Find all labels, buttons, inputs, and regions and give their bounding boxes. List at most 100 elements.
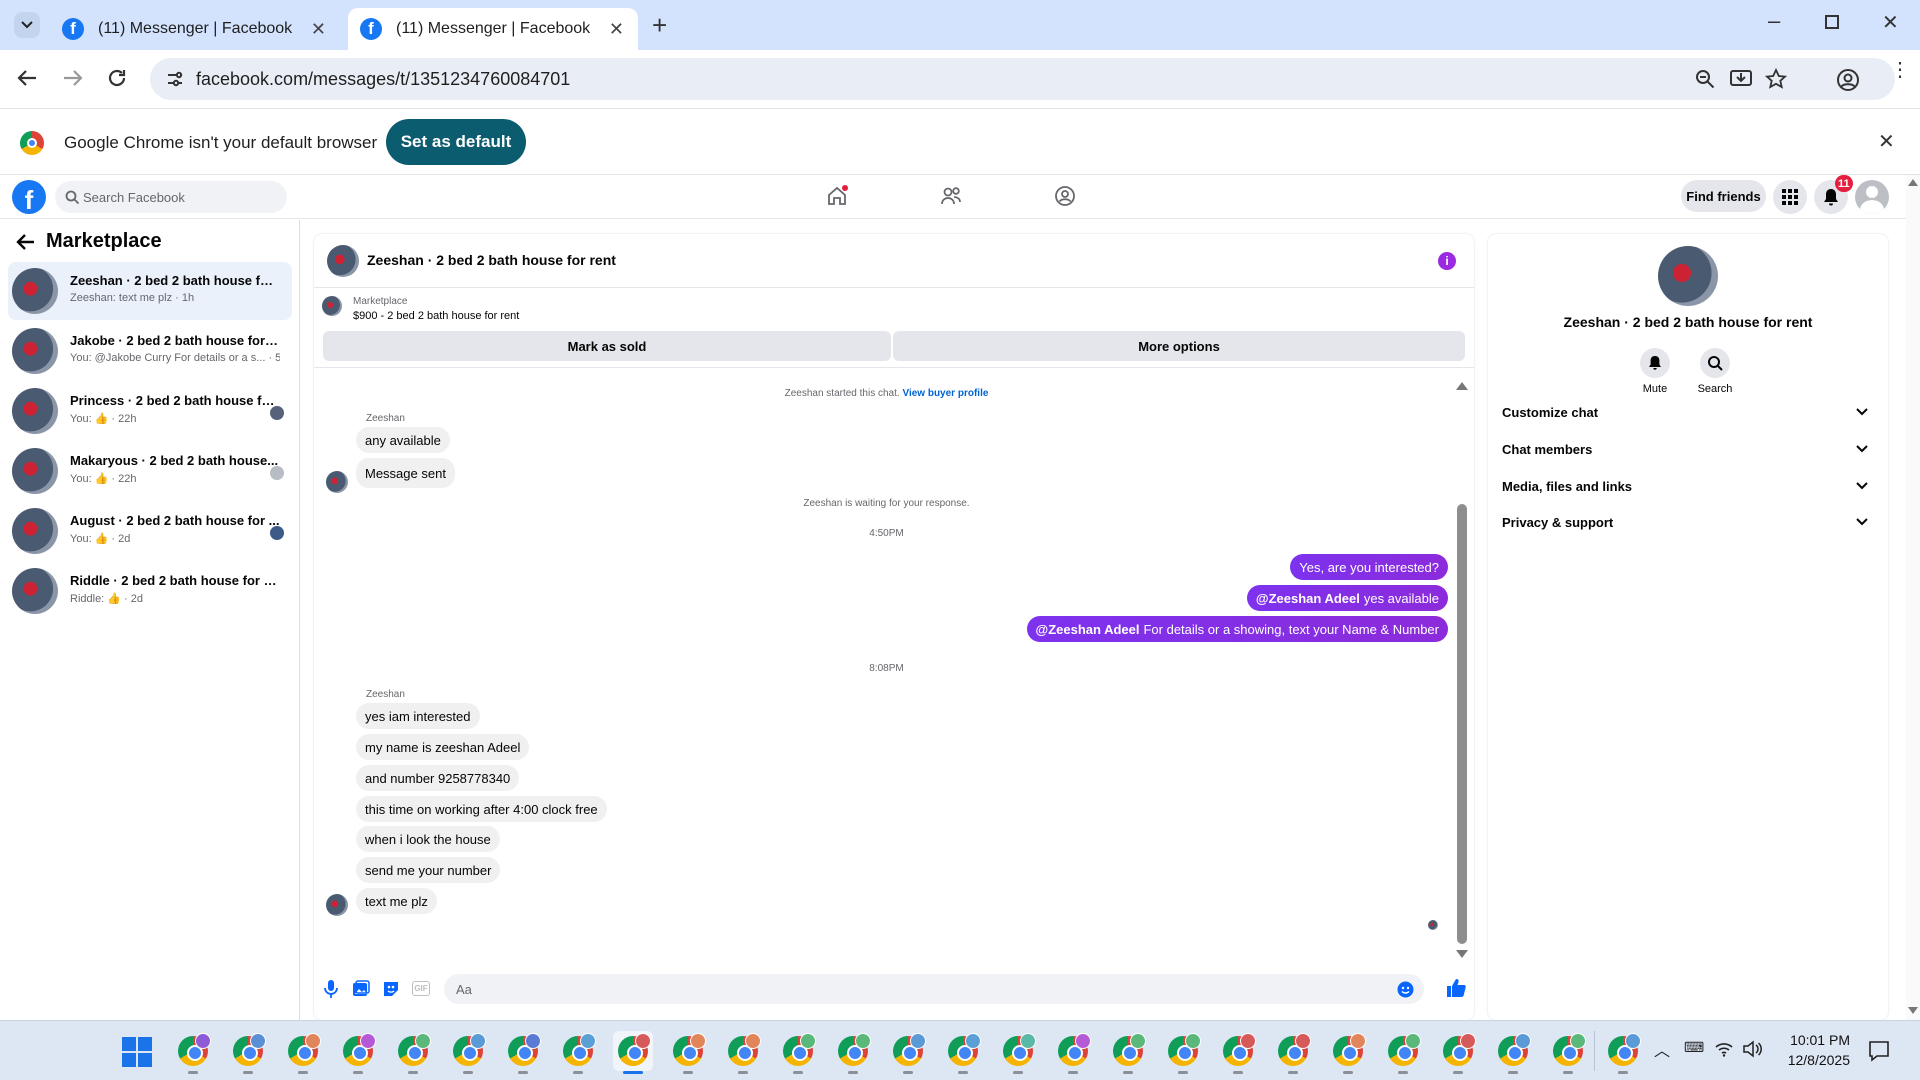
tab-messenger-2[interactable]: f (11) Messenger | Facebook ✕ [348,8,638,50]
taskbar-chrome-profile-icon[interactable] [283,1031,323,1074]
facebook-logo-icon[interactable]: f [12,180,46,214]
sticker-icon[interactable] [382,980,400,998]
bookmark-star-icon[interactable] [1765,68,1787,90]
outgoing-message[interactable]: @Zeeshan Adeel yes available [1246,585,1448,611]
taskbar-chrome-profile-icon[interactable] [1548,1031,1588,1074]
input-indicator-icon[interactable]: ⌨ [1684,1039,1704,1056]
notification-center-icon[interactable] [1868,1040,1890,1062]
page-scrollbar[interactable] [1906,175,1920,1020]
chat-title[interactable]: Zeeshan · 2 bed 2 bath house for rent [367,252,616,268]
tab-search-button[interactable] [14,12,40,38]
taskbar-chrome-profile-icon[interactable] [723,1031,763,1074]
taskbar-chrome-profile-icon[interactable] [888,1031,928,1074]
photo-icon[interactable] [352,980,370,998]
taskbar-chrome-profile-icon[interactable] [668,1031,708,1074]
set-as-default-button[interactable]: Set as default [386,119,526,165]
incoming-message[interactable]: text me plz [356,888,437,914]
menu-button[interactable] [1773,180,1807,214]
clock-date[interactable]: 12/8/2025 [1770,1052,1850,1068]
taskbar-chrome-profile-icon[interactable] [503,1031,543,1074]
taskbar-chrome-profile-icon[interactable] [613,1031,653,1074]
clock-time[interactable]: 10:01 PM [1770,1032,1850,1048]
chat-members-section[interactable]: Chat members [1502,431,1874,467]
media-files-links-section[interactable]: Media, files and links [1502,468,1874,504]
taskbar-chrome-profile-icon[interactable] [1603,1031,1643,1074]
privacy-support-section[interactable]: Privacy & support [1502,504,1874,540]
mention[interactable]: @Zeeshan Adeel [1036,622,1140,637]
facebook-search-input[interactable]: Search Facebook [55,181,287,213]
incoming-message[interactable]: any available [356,427,450,453]
conversation-item[interactable]: Princess · 2 bed 2 bath house fo... You:… [8,382,292,440]
taskbar-chrome-profile-icon[interactable] [448,1031,488,1074]
close-infobar-icon[interactable]: ✕ [1878,129,1895,154]
taskbar-chrome-profile-icon[interactable] [1328,1031,1368,1074]
listing-thumbnail[interactable] [322,296,342,316]
sender-avatar[interactable] [326,471,348,493]
minimize-button[interactable]: – [1768,8,1780,34]
tab-messenger-1[interactable]: f (11) Messenger | Facebook ✕ [50,8,340,50]
groups-icon[interactable] [1054,185,1076,207]
forward-button[interactable] [62,67,84,89]
mute-button[interactable] [1640,348,1670,378]
wifi-icon[interactable] [1714,1041,1734,1057]
view-buyer-profile-link[interactable]: View buyer profile [902,388,988,399]
windows-start-icon[interactable] [122,1037,152,1067]
incoming-message[interactable]: this time on working after 4:00 clock fr… [356,796,607,822]
taskbar-chrome-profile-icon[interactable] [228,1031,268,1074]
taskbar-chrome-profile-icon[interactable] [833,1031,873,1074]
close-tab-icon[interactable]: ✕ [311,19,326,40]
back-button[interactable] [16,67,38,89]
profile-icon[interactable] [1836,68,1860,92]
conversation-item[interactable]: August · 2 bed 2 bath house for ... You:… [8,502,292,560]
close-window-button[interactable]: ✕ [1882,10,1899,35]
more-options-button[interactable]: More options [893,331,1465,361]
show-hidden-icons[interactable]: ︿ [1654,1037,1670,1061]
volume-icon[interactable] [1742,1040,1762,1058]
incoming-message[interactable]: send me your number [356,857,501,883]
listing-text[interactable]: $900 - 2 bed 2 bath house for rent [353,310,519,322]
incoming-message[interactable]: when i look the house [356,826,500,852]
conversation-item[interactable]: Jakobe · 2 bed 2 bath house for rent You… [8,322,292,380]
menu-kebab-icon[interactable]: ⋮ [1890,60,1910,80]
taskbar-chrome-profile-icon[interactable] [1438,1031,1478,1074]
incoming-message[interactable]: and number 9258778340 [356,765,520,791]
home-icon[interactable] [826,185,848,207]
customize-chat-section[interactable]: Customize chat [1502,394,1874,430]
scroll-down-arrow[interactable] [1456,950,1468,958]
sender-avatar[interactable] [326,894,348,916]
profile-avatar[interactable] [1658,246,1718,306]
message-input[interactable]: Aa [444,974,1424,1004]
taskbar-chrome-profile-icon[interactable] [1383,1031,1423,1074]
taskbar-chrome-profile-icon[interactable] [173,1031,213,1074]
taskbar-chrome-profile-icon[interactable] [558,1031,598,1074]
taskbar-chrome-profile-icon[interactable] [1108,1031,1148,1074]
restore-button[interactable] [1825,15,1839,29]
taskbar-chrome-profile-icon[interactable] [1273,1031,1313,1074]
incoming-message[interactable]: my name is zeeshan Adeel [356,734,530,760]
taskbar-chrome-profile-icon[interactable] [393,1031,433,1074]
close-tab-icon[interactable]: ✕ [609,19,624,40]
new-tab-button[interactable]: + [652,10,667,41]
search-in-chat-button[interactable] [1700,348,1730,378]
url-text[interactable]: facebook.com/messages/t/1351234760084701 [196,69,570,90]
install-app-icon[interactable] [1730,69,1752,89]
site-info-icon[interactable] [166,70,184,88]
reload-button[interactable] [106,67,128,89]
taskbar-chrome-profile-icon[interactable] [1053,1031,1093,1074]
outgoing-message[interactable]: @Zeeshan Adeel For details or a showing,… [1026,616,1448,642]
back-to-chats-button[interactable] [16,232,36,252]
account-avatar[interactable] [1855,180,1889,214]
chat-avatar[interactable] [327,245,359,277]
scrollbar-thumb[interactable] [1457,504,1467,944]
emoji-icon[interactable] [1397,981,1414,998]
find-friends-button[interactable]: Find friends [1681,180,1766,212]
taskbar-chrome-profile-icon[interactable] [338,1031,378,1074]
friends-icon[interactable] [940,185,962,207]
scrollbar[interactable] [1456,382,1468,958]
thumbs-up-icon[interactable] [1446,978,1466,998]
zoom-icon[interactable] [1695,69,1715,89]
address-bar[interactable]: facebook.com/messages/t/1351234760084701 [150,58,1895,100]
mark-as-sold-button[interactable]: Mark as sold [323,331,891,361]
taskbar-chrome-profile-icon[interactable] [778,1031,818,1074]
outgoing-message[interactable]: Yes, are you interested? [1290,554,1448,580]
